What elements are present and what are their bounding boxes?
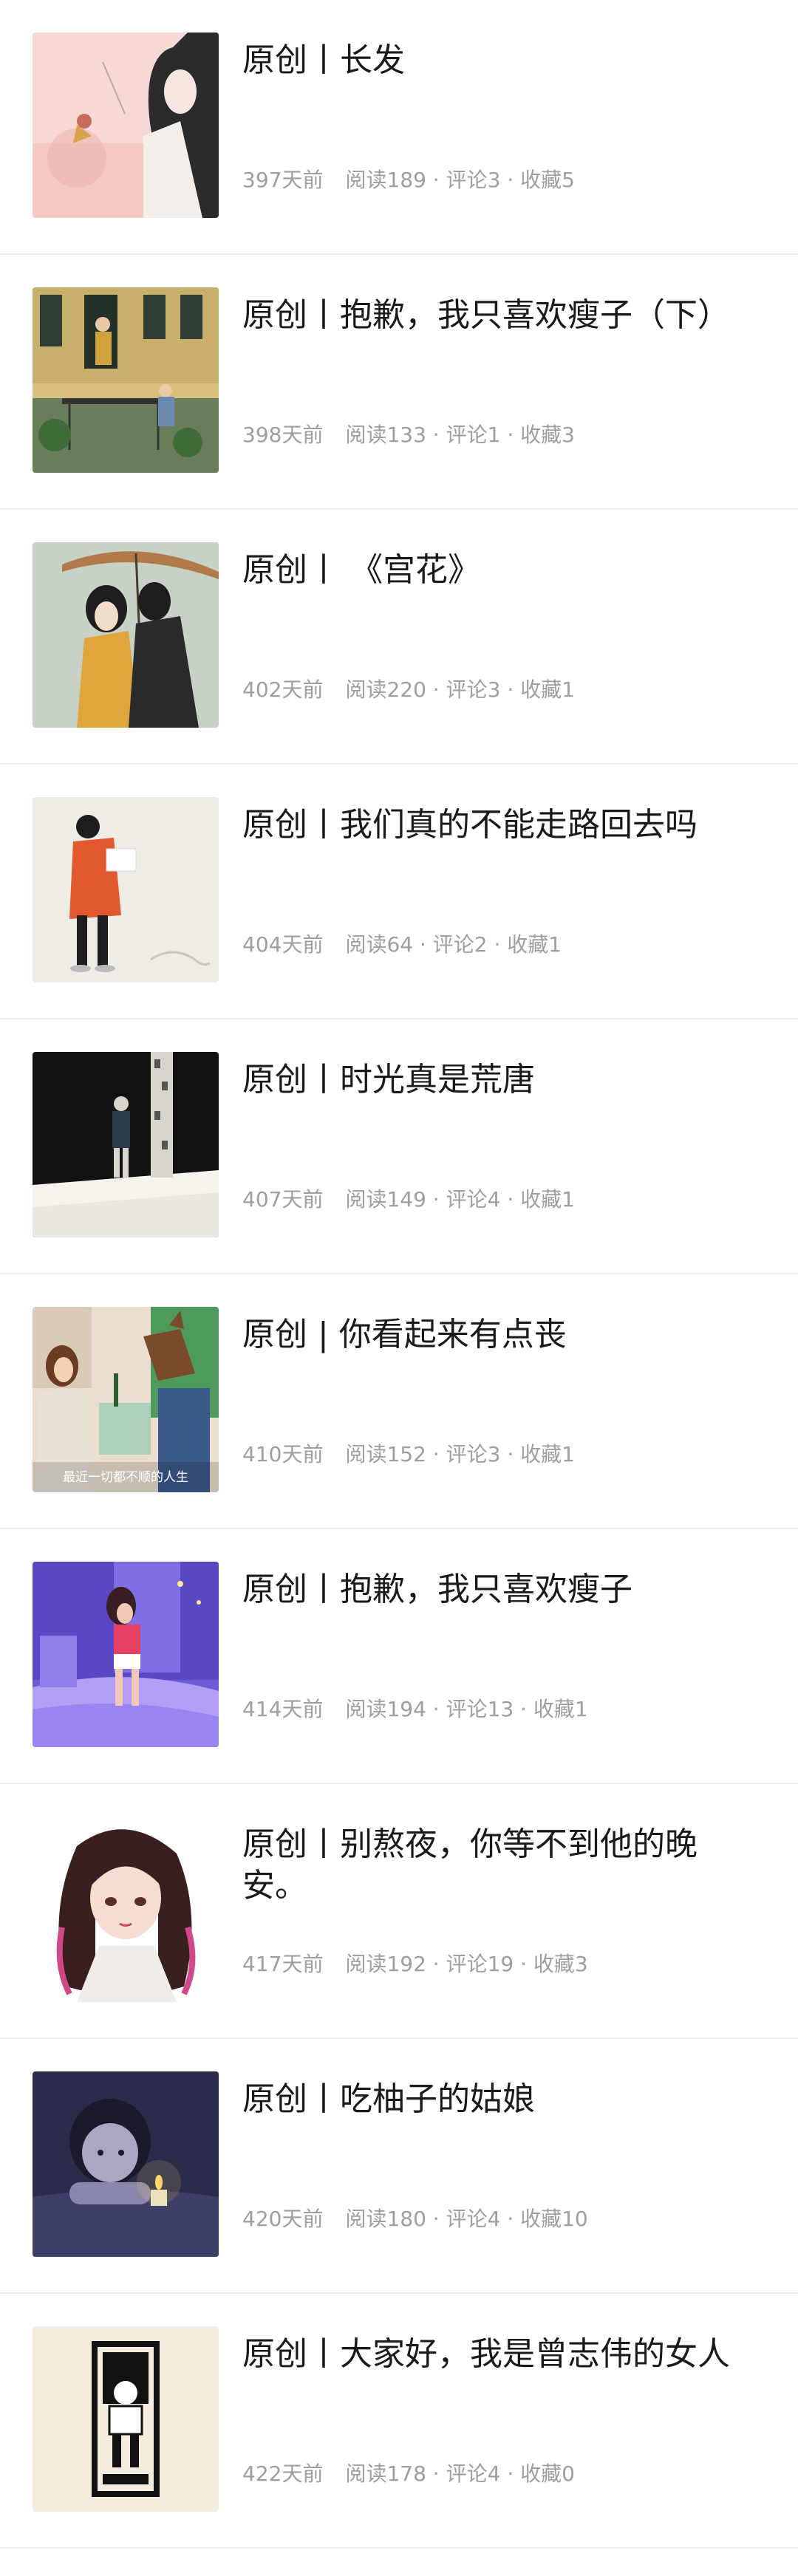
article-stats: 阅读64 · 评论2 · 收藏1: [345, 932, 562, 957]
article-age: 422天前: [242, 2461, 324, 2486]
article-title[interactable]: 原创丨长发: [242, 40, 760, 81]
article-thumbnail: [33, 1817, 219, 2002]
article-item[interactable]: 原创丨大家好，我是曾志伟的女人 422天前 阅读178 · 评论4 · 收藏0: [0, 2294, 798, 2549]
article-meta: 398天前 阅读133 · 评论1 · 收藏3: [242, 420, 575, 450]
article-meta: 414天前 阅读194 · 评论13 · 收藏1: [242, 1695, 588, 1724]
article-item[interactable]: 原创丨吃柚子的姑娘 420天前 阅读180 · 评论4 · 收藏10: [0, 2039, 798, 2294]
article-title[interactable]: 原创丨我们真的不能走路回去吗: [242, 804, 760, 846]
article-feed: 原创丨长发 397天前 阅读189 · 评论3 · 收藏5 原创丨抱歉，我只喜欢…: [0, 0, 798, 2576]
article-age: 398天前: [242, 423, 324, 447]
article-stats: 阅读180 · 评论4 · 收藏10: [345, 2207, 588, 2231]
article-age: 410天前: [242, 1442, 324, 1466]
article-title[interactable]: 原创丨抱歉，我只喜欢瘦子（下）: [242, 295, 760, 336]
article-stats: 阅读149 · 评论4 · 收藏1: [345, 1187, 575, 1212]
article-meta: 397天前 阅读189 · 评论3 · 收藏5: [242, 165, 575, 195]
article-age: 414天前: [242, 1697, 324, 1721]
article-title[interactable]: 原创丨别熬夜，你等不到他的晚安。: [242, 1824, 760, 1907]
article-stats: 阅读178 · 评论4 · 收藏0: [345, 2461, 575, 2486]
article-title[interactable]: 原创丨抱歉，我只喜欢瘦子: [242, 1569, 760, 1610]
article-stats: 阅读220 · 评论3 · 收藏1: [345, 677, 575, 702]
article-age: 402天前: [242, 677, 324, 702]
article-age: 407天前: [242, 1187, 324, 1212]
article-thumbnail: 最近一切都不顺的人生: [33, 1307, 219, 1492]
article-meta: 410天前 阅读152 · 评论3 · 收藏1: [242, 1440, 575, 1469]
article-meta: 420天前 阅读180 · 评论4 · 收藏10: [242, 2204, 588, 2234]
article-age: 404天前: [242, 932, 324, 957]
article-stats: 阅读194 · 评论13 · 收藏1: [345, 1697, 588, 1721]
article-meta: 422天前 阅读178 · 评论4 · 收藏0: [242, 2459, 575, 2489]
article-item[interactable]: 原创丨抱歉，我只喜欢瘦子 414天前 阅读194 · 评论13 · 收藏1: [0, 1529, 798, 1784]
article-item[interactable]: 原创丨长发 397天前 阅读189 · 评论3 · 收藏5: [0, 0, 798, 255]
article-item[interactable]: 原创丨时光真是荒唐 407天前 阅读149 · 评论4 · 收藏1: [0, 1019, 798, 1274]
article-stats: 阅读152 · 评论3 · 收藏1: [345, 1442, 575, 1466]
article-title[interactable]: 原创丨 《宫花》: [242, 550, 760, 591]
divider: [0, 2547, 798, 2549]
article-thumbnail: [33, 1052, 219, 1237]
article-meta: 404天前 阅读64 · 评论2 · 收藏1: [242, 930, 562, 960]
article-thumbnail: [33, 287, 219, 473]
article-item[interactable]: 最近一切都不顺的人生 原创 | 你看起来有点丧 410天前 阅读152 · 评论3…: [0, 1274, 798, 1529]
article-meta: 407天前 阅读149 · 评论4 · 收藏1: [242, 1185, 575, 1214]
article-stats: 阅读133 · 评论1 · 收藏3: [345, 423, 575, 447]
article-age: 397天前: [242, 168, 324, 192]
article-thumbnail: [33, 2071, 219, 2257]
article-stats: 阅读192 · 评论19 · 收藏3: [345, 1952, 588, 1976]
article-title[interactable]: 原创 | 你看起来有点丧: [242, 1314, 760, 1356]
article-meta: 417天前 阅读192 · 评论19 · 收藏3: [242, 1950, 588, 1979]
article-title[interactable]: 原创丨大家好，我是曾志伟的女人: [242, 2334, 760, 2375]
article-thumbnail: [33, 1562, 219, 1747]
article-item[interactable]: 原创丨我们真的不能走路回去吗 404天前 阅读64 · 评论2 · 收藏1: [0, 765, 798, 1019]
article-thumbnail: [33, 797, 219, 983]
article-item[interactable]: 原创丨 《宫花》 402天前 阅读220 · 评论3 · 收藏1: [0, 510, 798, 765]
article-meta: 402天前 阅读220 · 评论3 · 收藏1: [242, 675, 575, 705]
article-title[interactable]: 原创丨吃柚子的姑娘: [242, 2079, 760, 2120]
thumbnail-caption: 最近一切都不顺的人生: [63, 1470, 188, 1485]
article-age: 417天前: [242, 1952, 324, 1976]
article-thumbnail: [33, 2326, 219, 2512]
article-item[interactable]: 原创丨别熬夜，你等不到他的晚安。 417天前 阅读192 · 评论19 · 收藏3: [0, 1784, 798, 2039]
article-title[interactable]: 原创丨时光真是荒唐: [242, 1059, 760, 1101]
article-thumbnail: [33, 542, 219, 728]
article-stats: 阅读189 · 评论3 · 收藏5: [345, 168, 575, 192]
article-age: 420天前: [242, 2207, 324, 2231]
article-item[interactable]: 原创丨抱歉，我只喜欢瘦子（下） 398天前 阅读133 · 评论1 · 收藏3: [0, 255, 798, 510]
article-thumbnail: [33, 33, 219, 218]
